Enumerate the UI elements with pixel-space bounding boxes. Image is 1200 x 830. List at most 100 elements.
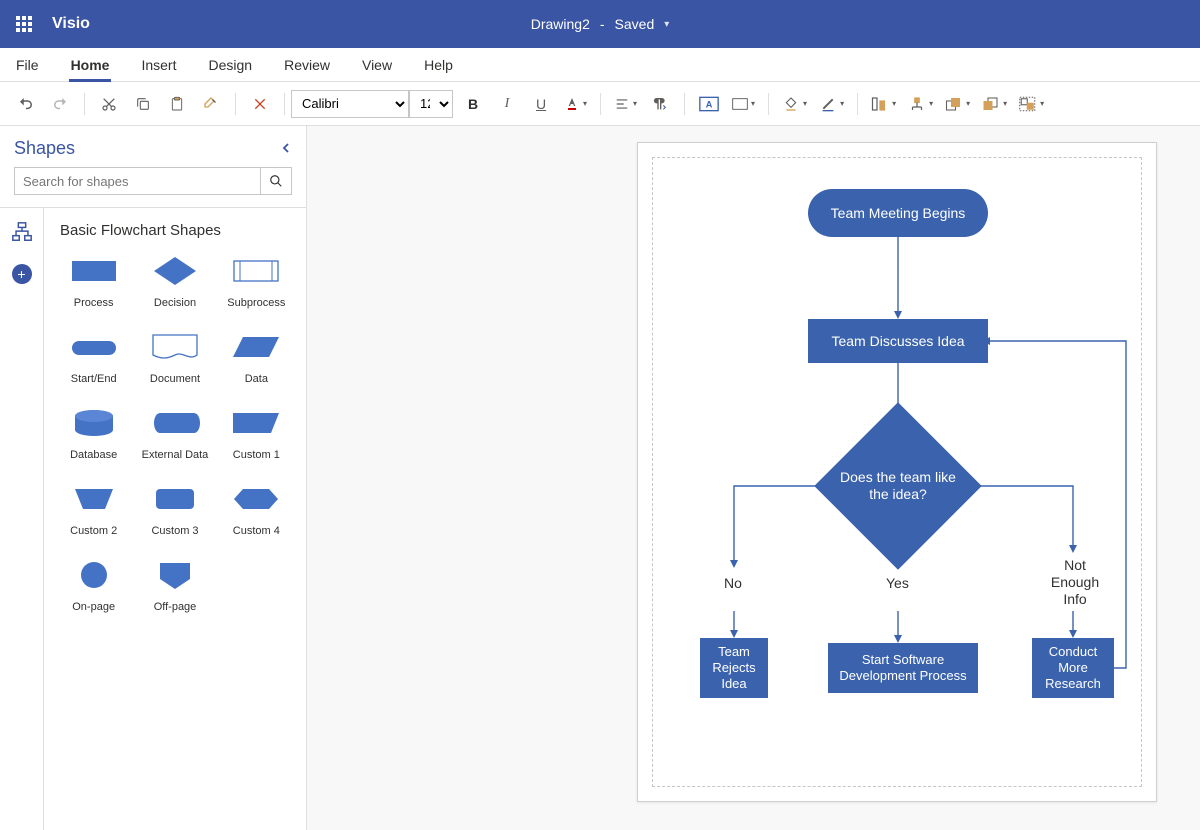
font-size-select[interactable]: 12 (409, 90, 453, 118)
menu-item-review[interactable]: Review (282, 51, 332, 81)
undo-button[interactable] (12, 90, 40, 118)
menu-item-insert[interactable]: Insert (139, 51, 178, 81)
underline-button[interactable]: U (527, 90, 555, 118)
decision-icon (150, 253, 200, 289)
document-title-dropdown[interactable]: Drawing2 - Saved ▾ (531, 16, 670, 32)
shape-custom1[interactable]: Custom 1 (219, 405, 294, 461)
align-button[interactable]: ▾ (611, 90, 640, 118)
copy-button[interactable] (129, 90, 157, 118)
externaldata-icon (150, 405, 200, 441)
send-back-button[interactable]: ▾ (979, 90, 1010, 118)
format-painter-button[interactable] (197, 90, 225, 118)
shape-label: Custom 4 (233, 525, 280, 537)
process-node-reject[interactable]: Team Rejects Idea (700, 638, 768, 698)
branch-label-yes: Yes (886, 575, 909, 592)
app-launcher-button[interactable] (0, 0, 48, 48)
text-direction-button[interactable] (646, 90, 674, 118)
redo-button[interactable] (46, 90, 74, 118)
offpage-icon (150, 557, 200, 593)
menu-bar: File Home Insert Design Review View Help (0, 48, 1200, 82)
font-name-select[interactable]: Calibri (291, 90, 409, 118)
paste-button[interactable] (163, 90, 191, 118)
shape-label: On-page (72, 601, 115, 613)
shape-label: Decision (154, 297, 196, 309)
shape-custom3[interactable]: Custom 3 (137, 481, 212, 537)
terminator-node[interactable]: Team Meeting Begins (808, 189, 988, 237)
shape-label: Document (150, 373, 200, 385)
shape-onpage[interactable]: On-page (56, 557, 131, 613)
text-box-button[interactable]: A (695, 90, 723, 118)
font-color-button[interactable]: ▾ (561, 90, 590, 118)
document-icon (150, 329, 200, 365)
onpage-icon (69, 557, 119, 593)
stencil-flowchart-button[interactable] (8, 218, 36, 246)
delete-button[interactable] (246, 90, 274, 118)
process-node-research[interactable]: Conduct More Research (1032, 638, 1114, 698)
shape-insert-button[interactable]: ▾ (729, 90, 758, 118)
stencil-rail: + (0, 208, 44, 830)
document-name: Drawing2 (531, 16, 590, 32)
data-icon (231, 329, 281, 365)
cut-button[interactable] (95, 90, 123, 118)
add-stencil-button[interactable]: + (12, 264, 32, 284)
bring-front-button[interactable]: ▾ (942, 90, 973, 118)
search-input[interactable] (14, 167, 260, 195)
shape-custom4[interactable]: Custom 4 (219, 481, 294, 537)
shape-process[interactable]: Process (56, 253, 131, 309)
arrange-align-button[interactable]: ▾ (868, 90, 899, 118)
shape-database[interactable]: Database (56, 405, 131, 461)
shapes-panel: Shapes + Basic Flowchart Shapes Process D… (0, 126, 307, 830)
shape-custom2[interactable]: Custom 2 (56, 481, 131, 537)
chevron-down-icon: ▾ (664, 19, 669, 30)
bold-button[interactable]: B (459, 90, 487, 118)
custom4-icon (231, 481, 281, 517)
decision-node[interactable]: Does the team like the idea? (818, 406, 978, 566)
shape-fill-button[interactable]: ▾ (779, 90, 810, 118)
line-color-button[interactable]: ▾ (816, 90, 847, 118)
shape-subprocess[interactable]: Subprocess (219, 253, 294, 309)
startend-icon (69, 329, 119, 365)
subprocess-icon (231, 253, 281, 289)
menu-item-help[interactable]: Help (422, 51, 455, 81)
font-picker[interactable]: Calibri 12 (291, 90, 453, 118)
menu-item-file[interactable]: File (14, 51, 41, 81)
shape-externaldata[interactable]: External Data (137, 405, 212, 461)
shape-document[interactable]: Document (137, 329, 212, 385)
process-node-develop[interactable]: Start Software Development Process (828, 643, 978, 693)
shape-label: Process (74, 297, 114, 309)
shape-label: Off-page (154, 601, 197, 613)
document-save-status: Saved (615, 16, 655, 32)
menu-item-design[interactable]: Design (206, 51, 254, 81)
shape-label: Data (245, 373, 268, 385)
process-node-discuss[interactable]: Team Discusses Idea (808, 319, 988, 363)
shape-data[interactable]: Data (219, 329, 294, 385)
database-icon (69, 405, 119, 441)
menu-item-home[interactable]: Home (69, 51, 112, 81)
custom3-icon (150, 481, 200, 517)
title-bar: Visio Drawing2 - Saved ▾ (0, 0, 1200, 48)
shape-label: Start/End (71, 373, 117, 385)
shape-label: Custom 2 (70, 525, 117, 537)
menu-item-view[interactable]: View (360, 51, 394, 81)
shapes-panel-title: Shapes (14, 138, 75, 159)
shape-offpage[interactable]: Off-page (137, 557, 212, 613)
group-button[interactable]: ▾ (1016, 90, 1047, 118)
drawing-page[interactable]: Team Meeting Begins Team Discusses Idea … (637, 142, 1157, 802)
italic-button[interactable]: I (493, 90, 521, 118)
custom2-icon (69, 481, 119, 517)
shape-grid: Process Decision Subprocess Start/End Docume… (56, 253, 294, 613)
waffle-icon (16, 16, 32, 32)
collapse-panel-button[interactable] (280, 141, 292, 157)
shape-label: Database (70, 449, 117, 461)
search-button[interactable] (260, 167, 292, 195)
stencil-title: Basic Flowchart Shapes (60, 222, 290, 239)
main-area: Shapes + Basic Flowchart Shapes Process D… (0, 126, 1200, 830)
shape-label: Subprocess (227, 297, 285, 309)
custom1-icon (231, 405, 281, 441)
arrange-position-button[interactable]: ▾ (905, 90, 936, 118)
shape-decision[interactable]: Decision (137, 253, 212, 309)
shape-label: Custom 1 (233, 449, 280, 461)
canvas[interactable]: Team Meeting Begins Team Discusses Idea … (307, 126, 1200, 830)
process-icon (69, 253, 119, 289)
shape-startend[interactable]: Start/End (56, 329, 131, 385)
